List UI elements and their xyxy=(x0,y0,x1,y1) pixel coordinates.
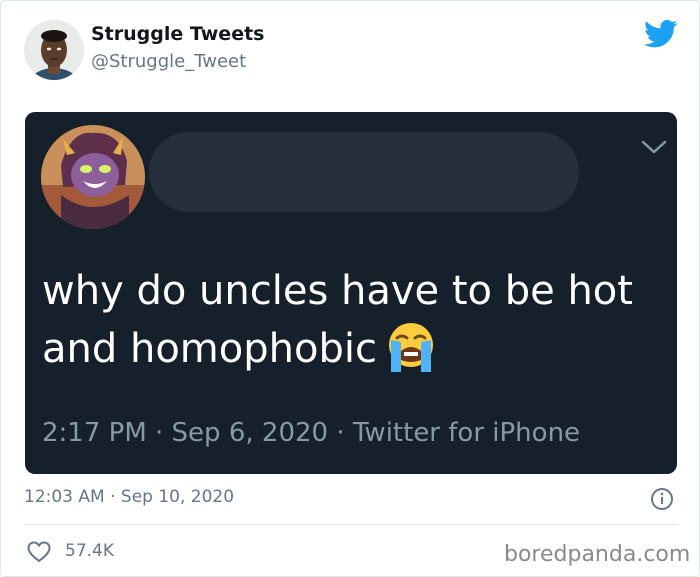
author-avatar[interactable] xyxy=(24,20,84,80)
author-handle[interactable]: @Struggle_Tweet xyxy=(91,51,246,72)
embedded-tweet-meta: 2:17 PM · Sep 6, 2020 · Twitter for iPho… xyxy=(42,418,581,448)
tweet-card: Struggle Tweets @Struggle_Tweet why do u… xyxy=(0,0,700,577)
author-name[interactable]: Struggle Tweets xyxy=(91,23,264,45)
twitter-bird-icon[interactable] xyxy=(644,19,678,49)
embedded-tweet-text-content: why do uncles have to be hot and homopho… xyxy=(42,268,633,372)
loudly-crying-face-icon xyxy=(381,318,441,376)
info-icon[interactable] xyxy=(650,487,674,511)
redacted-name-bar xyxy=(149,132,579,212)
embedded-tweet-text: why do uncles have to be hot and homopho… xyxy=(42,262,662,378)
like-count[interactable]: 57.4K xyxy=(65,541,114,561)
embedded-tweet-screenshot: why do uncles have to be hot and homopho… xyxy=(25,112,677,474)
heart-icon[interactable] xyxy=(27,541,51,563)
chevron-down-icon[interactable] xyxy=(641,139,667,155)
tweet-timestamp[interactable]: 12:03 AM · Sep 10, 2020 xyxy=(24,487,234,507)
embedded-avatar xyxy=(41,125,145,229)
divider xyxy=(24,524,678,525)
watermark: boredpanda.com xyxy=(504,542,691,567)
